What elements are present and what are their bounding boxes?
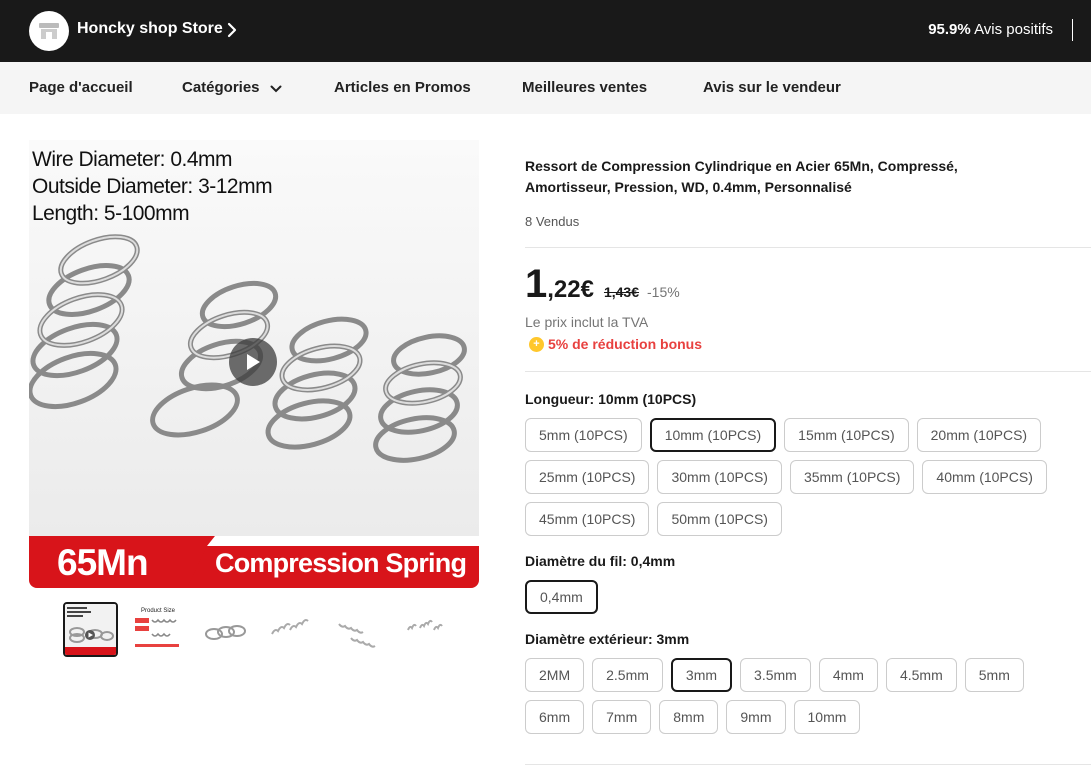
- main-product-image[interactable]: Wire Diameter: 0.4mm Outside Diameter: 3…: [29, 140, 479, 588]
- length-option[interactable]: 20mm (10PCS): [916, 418, 1042, 452]
- spec-length: Length: 5-100mm: [32, 202, 190, 225]
- nav-categories[interactable]: Catégories: [182, 79, 282, 97]
- wire-diameter-option[interactable]: 0,4mm: [525, 580, 598, 614]
- bonus-label: 5% de réduction bonus: [548, 336, 703, 352]
- discount-badge: -15%: [647, 284, 680, 300]
- outer-diameter-option[interactable]: 9mm: [726, 700, 786, 734]
- length-options: 5mm (10PCS) 10mm (10PCS) 15mm (10PCS) 20mm …: [525, 418, 1070, 536]
- coin-icon: +: [529, 336, 544, 352]
- outer-diameter-option[interactable]: 7mm: [592, 700, 652, 734]
- outer-diameter-option[interactable]: 4mm: [818, 658, 878, 692]
- outer-diameter-option[interactable]: 6mm: [525, 700, 585, 734]
- original-price: 1,43€: [603, 284, 640, 300]
- nav-best-sellers[interactable]: Meilleures ventes: [522, 79, 647, 96]
- length-option[interactable]: 5mm (10PCS): [525, 418, 642, 452]
- store-logo-icon[interactable]: [29, 11, 69, 51]
- divider: [525, 764, 1091, 765]
- store-rating: 95.9% Avis positifs: [928, 21, 1053, 38]
- divider: [1072, 19, 1073, 41]
- rating-label: Avis positifs: [974, 21, 1053, 38]
- thumb-label: Product Size: [141, 608, 176, 614]
- sold-count: 8 Vendus: [525, 214, 580, 229]
- outer-diameter-option[interactable]: 8mm: [659, 700, 719, 734]
- thumbnail[interactable]: [331, 602, 386, 657]
- banner-product-type: Compression Spring: [215, 548, 467, 578]
- outer-diameter-option[interactable]: 2MM: [525, 658, 585, 692]
- play-icon: [247, 354, 260, 370]
- chevron-down-icon: [270, 80, 282, 97]
- store-header: Honcky shop Store 95.9% Avis positifs: [0, 0, 1091, 62]
- outer-diameter-option[interactable]: 2.5mm: [592, 658, 663, 692]
- price-decimal: ,22€: [547, 276, 594, 303]
- outer-diameter-option[interactable]: 5mm: [964, 658, 1024, 692]
- thumbnail[interactable]: [197, 602, 252, 657]
- spec-outside-diameter: Outside Diameter: 3-12mm: [32, 175, 273, 198]
- wire-diameter-label: Diamètre du fil: 0,4mm: [525, 553, 676, 569]
- outer-diameter-option[interactable]: 10mm: [793, 700, 861, 734]
- length-option[interactable]: 10mm (10PCS): [649, 418, 777, 452]
- outer-diameter-options: 2MM 2.5mm 3mm 3.5mm 4mm 4.5mm 5mm 6mm 7mm 8mm 9mm 1…: [525, 658, 1070, 734]
- store-nav: Page d'accueil Catégories Articles en Pr…: [0, 62, 1091, 114]
- wire-diameter-options: 0,4mm: [525, 580, 1070, 614]
- rating-value: 95.9%: [928, 21, 971, 38]
- divider: [525, 371, 1091, 372]
- outer-diameter-option[interactable]: 4.5mm: [885, 658, 957, 692]
- nav-promos[interactable]: Articles en Promos: [334, 79, 471, 96]
- chevron-right-icon[interactable]: [225, 19, 239, 46]
- store-name-link[interactable]: Honcky shop Store: [77, 20, 223, 38]
- length-option[interactable]: 30mm (10PCS): [657, 460, 782, 494]
- length-label: Longueur: 10mm (10PCS): [525, 391, 697, 407]
- price-integer: 1: [525, 262, 548, 306]
- thumbnail[interactable]: [63, 602, 118, 657]
- thumbnail[interactable]: Product Size: [130, 602, 185, 657]
- nav-seller-reviews[interactable]: Avis sur le vendeur: [703, 79, 841, 96]
- spec-text: Wire Diameter: 0.4mm Outside Diameter: 3…: [32, 146, 273, 227]
- bonus-discount[interactable]: + 5% de réduction bonus: [529, 336, 702, 352]
- vat-notice: Le prix inclut la TVA: [525, 314, 649, 330]
- thumbnail[interactable]: [398, 602, 453, 657]
- spec-wire-diameter: Wire Diameter: 0.4mm: [32, 148, 233, 171]
- play-video-button[interactable]: [229, 338, 277, 386]
- outer-diameter-option[interactable]: 3.5mm: [740, 658, 811, 692]
- divider: [525, 247, 1091, 248]
- thumbnail[interactable]: [264, 602, 319, 657]
- length-option[interactable]: 45mm (10PCS): [525, 502, 650, 536]
- nav-home[interactable]: Page d'accueil: [29, 79, 133, 96]
- outer-diameter-label: Diamètre extérieur: 3mm: [525, 631, 690, 647]
- outer-diameter-option[interactable]: 3mm: [670, 658, 733, 692]
- banner-material: 65Mn: [57, 542, 149, 583]
- image-banner: 65Mn Compression Spring: [29, 536, 479, 588]
- price: 1 ,22€ 1,43€ -15%: [525, 262, 680, 307]
- length-option[interactable]: 15mm (10PCS): [784, 418, 909, 452]
- length-option[interactable]: 50mm (10PCS): [657, 502, 782, 536]
- product-title: Ressort de Compression Cylindrique en Ac…: [525, 158, 958, 195]
- length-option[interactable]: 40mm (10PCS): [922, 460, 1047, 494]
- thumbnail-strip: Product Size: [63, 602, 453, 657]
- length-option[interactable]: 25mm (10PCS): [525, 460, 650, 494]
- nav-categories-label: Catégories: [182, 79, 260, 96]
- length-option[interactable]: 35mm (10PCS): [789, 460, 915, 494]
